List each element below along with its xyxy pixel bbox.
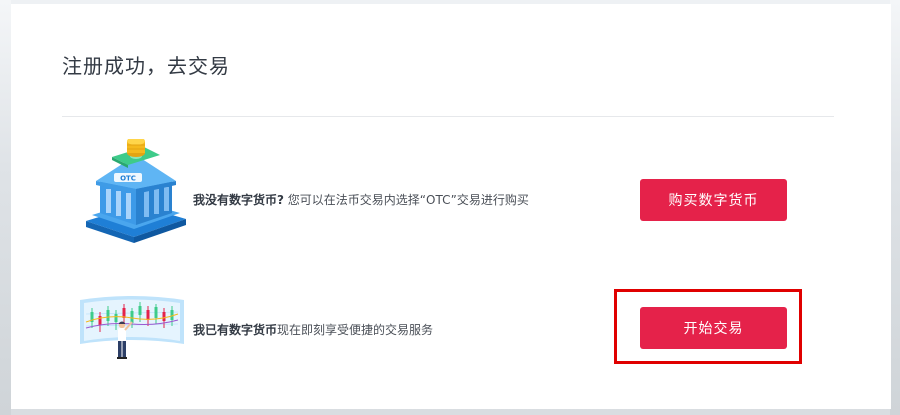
option-start-trading-heading: 我已有数字货币	[193, 323, 278, 337]
option-buy-crypto-heading: 我没有数字货币?	[193, 193, 284, 207]
option-buy-crypto: OTC 我没有数字货币? 您可以在法币交易内选择“OTC”交易进行购买 购买数字…	[62, 137, 834, 249]
bank-coin-illustration-icon: OTC	[78, 137, 188, 249]
option-start-trading-description: 现在即刻享受便捷的交易服务	[277, 323, 434, 337]
page-title: 注册成功，去交易	[62, 54, 230, 78]
start-trading-highlight-box	[614, 289, 802, 364]
background-right	[890, 0, 900, 415]
trader-chart-illustration-icon	[78, 292, 186, 364]
background-left	[0, 0, 11, 415]
option-buy-crypto-text: 我没有数字货币? 您可以在法币交易内选择“OTC”交易进行购买	[193, 191, 529, 208]
option-start-trading-text: 我已有数字货币现在即刻享受便捷的交易服务	[193, 321, 433, 338]
illustration-otc-label: OTC	[120, 175, 136, 183]
divider	[62, 116, 834, 117]
option-buy-crypto-description: 您可以在法币交易内选择“OTC”交易进行购买	[283, 193, 529, 207]
buy-crypto-button[interactable]: 购买数字货币	[640, 179, 787, 221]
